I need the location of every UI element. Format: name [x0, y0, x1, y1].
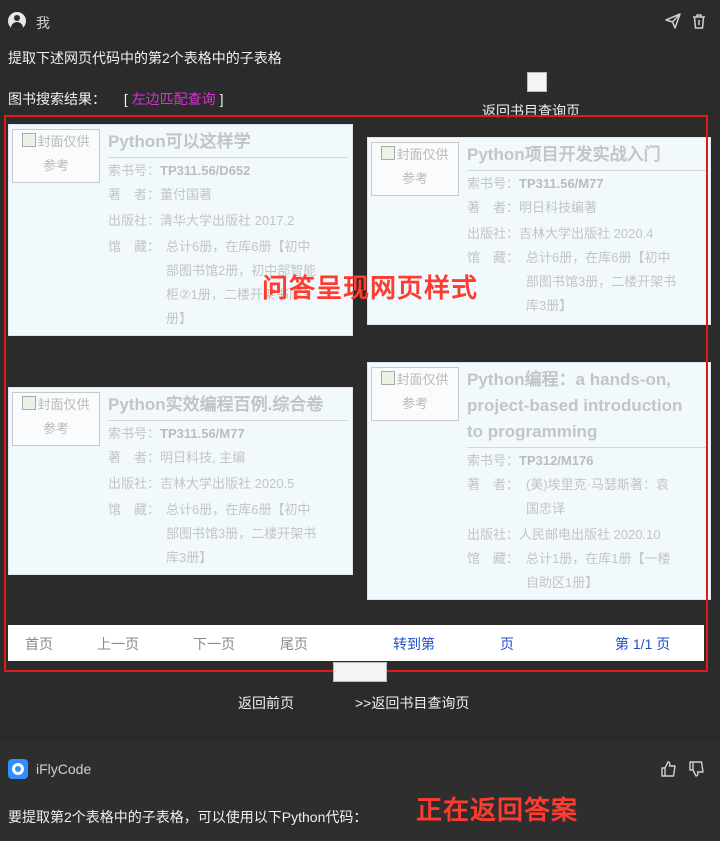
delete-icon[interactable] [690, 12, 708, 30]
user-avatar [8, 12, 26, 30]
left-match-query-link[interactable]: 左边匹配查询 [132, 91, 216, 107]
search-result-header: 图书搜索结果： [ 左边匹配查询 ] [8, 89, 223, 109]
assistant-name: iFlyCode [36, 761, 92, 777]
highlight-frame [4, 115, 708, 672]
iflycode-logo-icon [8, 759, 28, 779]
answer-text: 要提取第2个表格中的子表格，可以使用以下Python代码： [8, 809, 368, 825]
back-prev-page-link[interactable]: 返回前页 [238, 693, 294, 713]
thumbs-up-icon[interactable] [660, 760, 678, 778]
user-name: 我 [36, 15, 50, 31]
search-result-label: 图书搜索结果： [8, 91, 106, 107]
annotation-returning: 正在返回答案 [416, 795, 579, 825]
back-catalog-link[interactable]: >>返回书目查询页 [355, 693, 469, 713]
annotation-style-note: 问答呈现网页样式 [262, 273, 479, 303]
bracket-open: [ [123, 91, 128, 107]
send-icon[interactable] [664, 12, 682, 30]
thumbs-down-icon[interactable] [688, 760, 706, 778]
user-question: 提取下述网页代码中的第2个表格中的子表格 [8, 50, 282, 66]
broken-image-icon [527, 72, 547, 92]
broken-image-icon [333, 662, 387, 682]
bracket-close: ] [219, 91, 224, 107]
